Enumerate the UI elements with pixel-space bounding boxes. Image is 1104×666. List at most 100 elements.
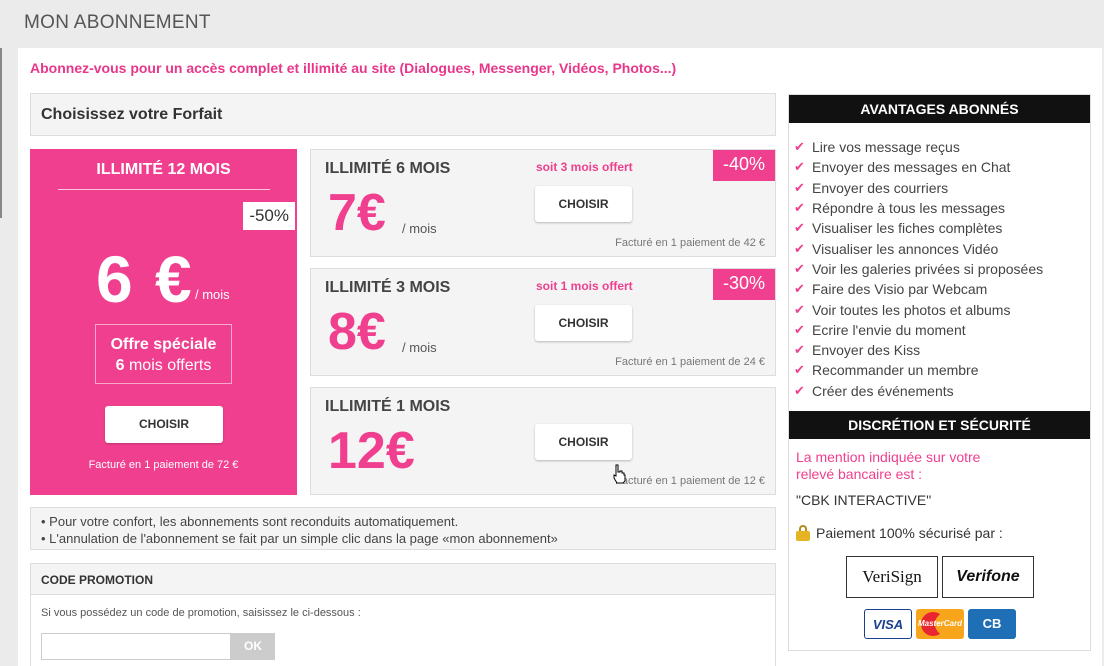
advantage-label: Voir les galeries privées si proposées: [812, 260, 1044, 277]
choose-1-month-button[interactable]: CHOISIR: [535, 424, 632, 460]
left-edge-strip: [0, 48, 2, 218]
list-item: ✔ Visualiser les fiches complètes: [794, 218, 1043, 238]
list-item: ✔ Envoyer des courriers: [794, 178, 1043, 198]
list-item: ✔ Recommander un membre: [794, 360, 1043, 380]
mastercard-label: MasterCard: [917, 619, 962, 628]
price-period: / mois: [195, 287, 230, 302]
check-icon: ✔: [794, 139, 805, 155]
plan-price: 8€: [328, 303, 386, 361]
choose-6-months-button[interactable]: CHOISIR: [535, 186, 632, 222]
billing-info: Facturé en 1 paiement de 72 €: [88, 459, 239, 471]
plan-card-12-months: ILLIMITÉ 12 MOIS -50% 6 € / mois Offre s…: [30, 149, 297, 495]
advantage-label: Ecrire l'envie du moment: [812, 321, 966, 338]
list-item: ✔ Voir toutes les photos et albums: [794, 299, 1043, 319]
choose-12-months-button[interactable]: CHOISIR: [105, 406, 223, 443]
check-icon: ✔: [794, 240, 805, 256]
check-icon: ✔: [794, 382, 805, 398]
billing-info: Facturé en 1 paiement de 24 €: [615, 356, 765, 368]
check-icon: ✔: [794, 301, 805, 317]
plan-price: 6 €: [96, 242, 194, 316]
offer-months-count: 6: [115, 357, 125, 374]
advantage-label: Envoyer des courriers: [812, 179, 949, 196]
check-icon: ✔: [794, 260, 805, 276]
secure-payment: Paiement 100% sécurisé par :: [796, 525, 1003, 541]
promo-code-input[interactable]: [41, 633, 231, 660]
note-auto-renew: • Pour votre confort, les abonnements so…: [41, 514, 459, 529]
advantage-label: Envoyer des messages en Chat: [812, 159, 1011, 176]
check-icon: ✔: [794, 321, 805, 337]
billing-info: Facturé en 1 paiement de 12 €: [615, 475, 765, 487]
forfait-heading-box: Choisissez votre Forfait: [30, 93, 776, 136]
advantage-label: Créer des événements: [812, 382, 954, 399]
advantage-label: Lire vos message reçus: [812, 139, 960, 156]
advantage-label: Faire des Visio par Webcam: [812, 281, 988, 298]
list-item: ✔ Envoyer des messages en Chat: [794, 157, 1043, 177]
plan-offer: soit 3 mois offert: [536, 160, 633, 174]
page-header: MON ABONNEMENT: [0, 0, 1104, 48]
choose-3-months-button[interactable]: CHOISIR: [535, 305, 632, 341]
plan-price: 12€: [328, 422, 415, 480]
price-period: / mois: [402, 340, 437, 355]
plan-card-1-month: ILLIMITÉ 1 MOIS 12€ CHOISIR Facturé en 1…: [310, 387, 776, 495]
sidebar: AVANTAGES ABONNÉS ✔ Lire vos message reçu…: [788, 94, 1091, 651]
plan-title: ILLIMITÉ 3 MOIS: [325, 279, 451, 296]
bank-statement-mention: La mention indiquée sur votre relevé ban…: [796, 449, 981, 482]
check-icon: ✔: [794, 220, 805, 236]
special-offer-box: Offre spéciale 6 mois offerts: [95, 324, 232, 384]
lock-icon: [796, 525, 810, 541]
plan-offer: soit 1 mois offert: [536, 279, 633, 293]
company-name: "CBK INTERACTIVE": [796, 492, 932, 508]
secure-payment-label: Paiement 100% sécurisé par :: [816, 525, 1003, 541]
list-item: ✔ Ecrire l'envie du moment: [794, 320, 1043, 340]
verifone-logo: Verifone: [942, 556, 1034, 598]
discount-badge: -30%: [713, 269, 775, 300]
special-offer-title: Offre spéciale: [110, 336, 217, 353]
advantage-label: Envoyer des Kiss: [812, 342, 921, 359]
special-offer-detail: 6 mois offerts: [116, 357, 212, 374]
plan-title: ILLIMITÉ 1 MOIS: [325, 398, 451, 415]
billing-info: Facturé en 1 paiement de 42 €: [615, 237, 765, 249]
list-item: ✔ Répondre à tous les messages: [794, 198, 1043, 218]
plan-card-6-months: ILLIMITÉ 6 MOIS soit 3 mois offert -40% …: [310, 149, 776, 257]
list-item: ✔ Créer des événements: [794, 381, 1043, 401]
promo-code-panel: CODE PROMOTION Si vous possédez un code …: [30, 563, 776, 666]
note-cancellation: • L'annulation de l'abonnement se fait p…: [41, 531, 558, 546]
hand-cursor-icon: [613, 464, 626, 484]
discount-badge: -50%: [243, 202, 295, 230]
advantages-list: ✔ Lire vos message reçus ✔ Envoyer des mes…: [794, 137, 1043, 401]
divider: [58, 189, 270, 190]
check-icon: ✔: [794, 342, 805, 358]
list-item: ✔ Lire vos message reçus: [794, 137, 1043, 157]
advantage-label: Visualiser les fiches complètes: [812, 220, 1003, 237]
price-period: / mois: [402, 221, 437, 236]
mastercard-icon: MasterCard: [916, 609, 964, 639]
promo-ok-button[interactable]: OK: [231, 633, 275, 660]
main-content: Abonnez-vous pour un accès complet et il…: [18, 48, 1102, 666]
tagline: Abonnez-vous pour un accès complet et il…: [30, 60, 677, 76]
check-icon: ✔: [794, 200, 805, 216]
subscription-notes: • Pour votre confort, les abonnements so…: [30, 507, 776, 550]
plan-title: ILLIMITÉ 12 MOIS: [96, 161, 231, 178]
advantage-label: Visualiser les annonces Vidéo: [812, 240, 999, 257]
list-item: ✔ Envoyer des Kiss: [794, 340, 1043, 360]
visa-card-icon: VISA: [864, 609, 912, 639]
promo-code-header: CODE PROMOTION: [31, 564, 775, 595]
page-title: MON ABONNEMENT: [24, 12, 211, 33]
advantages-header: AVANTAGES ABONNÉS: [789, 95, 1090, 123]
plan-title: ILLIMITÉ 6 MOIS: [325, 160, 451, 177]
verisign-logo: VeriSign: [846, 556, 938, 598]
check-icon: ✔: [794, 281, 805, 297]
forfait-heading: Choisissez votre Forfait: [41, 106, 223, 123]
promo-code-heading: CODE PROMOTION: [41, 573, 154, 587]
advantage-label: Voir toutes les photos et albums: [812, 301, 1011, 318]
discount-badge: -40%: [713, 150, 775, 181]
list-item: ✔ Visualiser les annonces Vidéo: [794, 238, 1043, 258]
payment-cards: VISA MasterCard CB: [864, 609, 1016, 639]
security-header: DISCRÉTION ET SÉCURITÉ: [789, 411, 1090, 439]
list-item: ✔ Faire des Visio par Webcam: [794, 279, 1043, 299]
check-icon: ✔: [794, 179, 805, 195]
plan-card-3-months: ILLIMITÉ 3 MOIS soit 1 mois offert -30% …: [310, 268, 776, 376]
list-item: ✔ Voir les galeries privées si proposées: [794, 259, 1043, 279]
promo-code-instructions: Si vous possédez un code de promotion, s…: [41, 607, 361, 619]
plan-price: 7€: [328, 184, 386, 242]
